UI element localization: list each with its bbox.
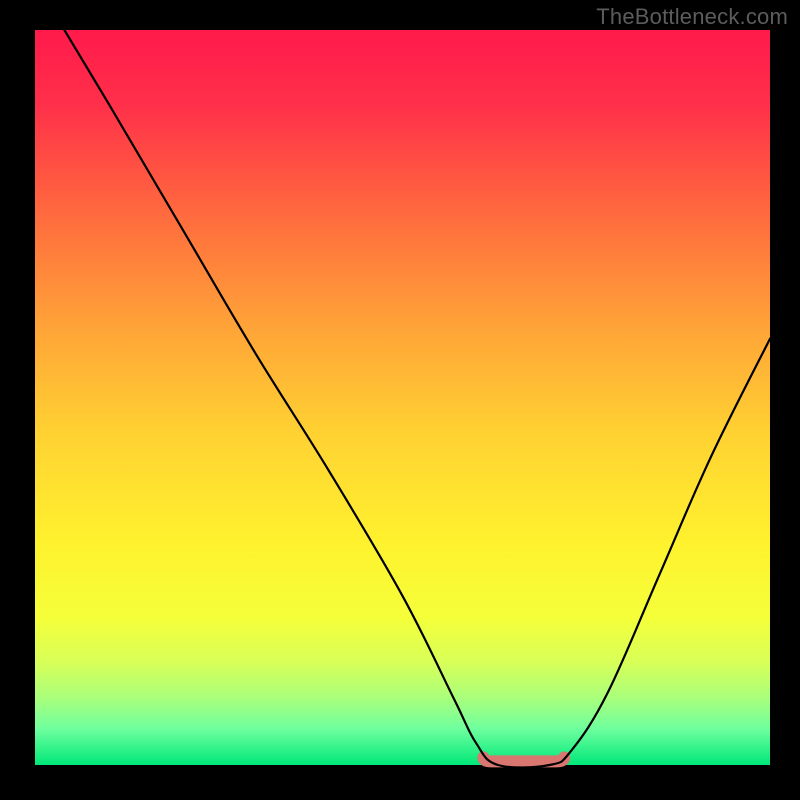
watermark-text: TheBottleneck.com: [596, 4, 788, 30]
valley-marker: [483, 757, 564, 761]
bottleneck-chart: [0, 0, 800, 800]
plot-background: [35, 30, 770, 765]
